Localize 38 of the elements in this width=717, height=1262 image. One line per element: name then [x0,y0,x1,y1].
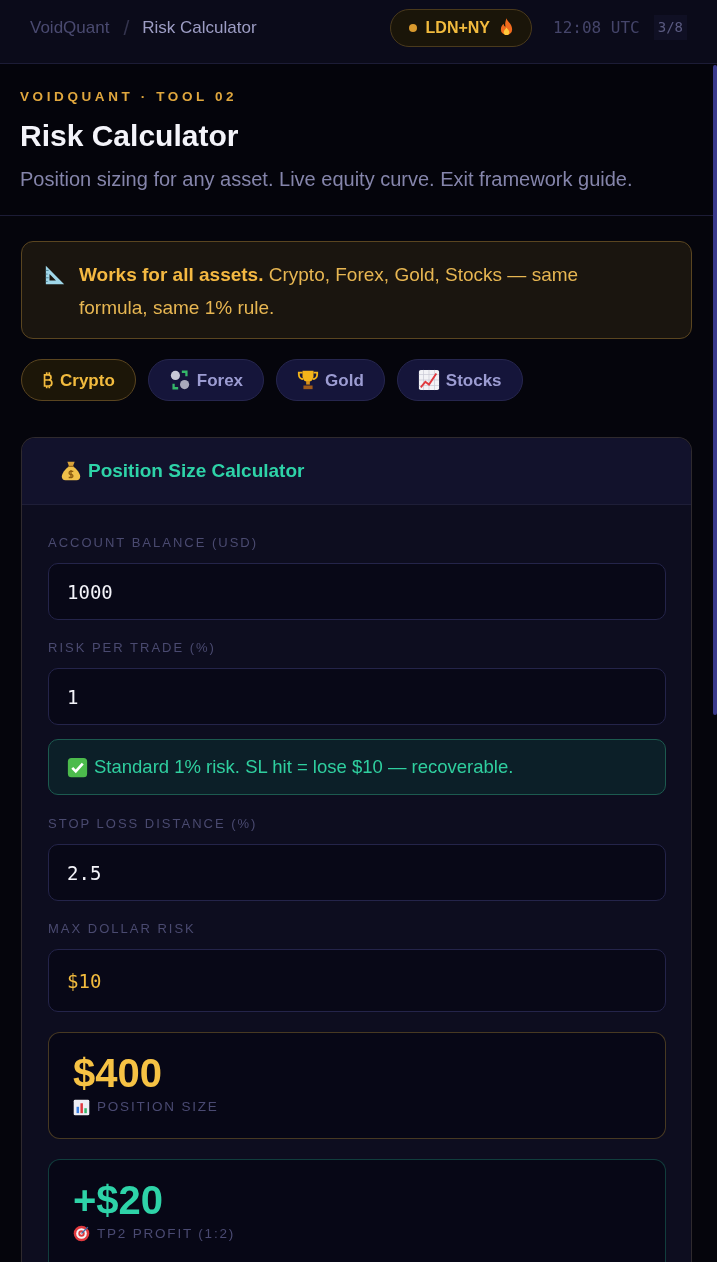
status-dot-icon [408,23,417,32]
trophy-icon [297,369,320,392]
readout-value: $10 [67,968,102,994]
result-label: POSITION SIZE [97,1098,219,1117]
note-text: Standard 1% risk. SL hit = lose $10 — recoverable. [94,755,514,780]
asset-tab[interactable]: Crypto [21,359,136,402]
clock-text: 12:08 UTC [553,16,640,39]
flame-icon [499,18,514,37]
bitcoin-icon [42,371,54,390]
field-label: RISK PER TRADE (%) [48,641,217,656]
result-value: +$20 [73,1177,165,1222]
number-input[interactable]: 1000 [48,563,666,621]
bar-chart-icon [73,1098,90,1116]
target-icon [73,1225,90,1243]
eyebrow-text: VOIDQUANT · TOOL 02 [20,88,239,106]
card-title: Position Size Calculator [88,459,305,483]
scrollbar-thumb[interactable] [713,65,717,715]
asset-tab[interactable]: Stocks [396,359,523,402]
result-value: $400 [73,1051,163,1096]
breadcrumb-separator: / [123,14,130,41]
session-label: LDN+NY [425,17,490,38]
notice-text: Works for all assets. Crypto, Forex, Gold, Stocks — same formula, same 1% rule. [79,263,580,321]
breadcrumb-current: Risk Calculator [142,16,257,39]
page-counter: 3/8 [653,15,687,40]
result-label: TP2 PROFIT (1:2) [97,1224,236,1243]
page-title: Risk Calculator [20,118,240,155]
currency-exchange-icon [168,369,191,392]
number-input[interactable]: 1 [48,668,666,726]
chart-increasing-icon [417,369,440,392]
field-label: MAX DOLLAR RISK [48,922,197,937]
asset-tab[interactable]: Forex [147,359,265,402]
field-label: ACCOUNT BALANCE (USD) [48,536,260,551]
number-input[interactable]: 2.5 [48,844,666,902]
money-bag-icon [60,460,82,483]
check-icon [67,756,88,778]
page-subtitle: Position sizing for any asset. Live equity curve. Exit framework guide. [20,167,634,193]
asset-tab[interactable]: Gold [276,359,385,402]
field-label: STOP LOSS DISTANCE (%) [48,817,259,832]
